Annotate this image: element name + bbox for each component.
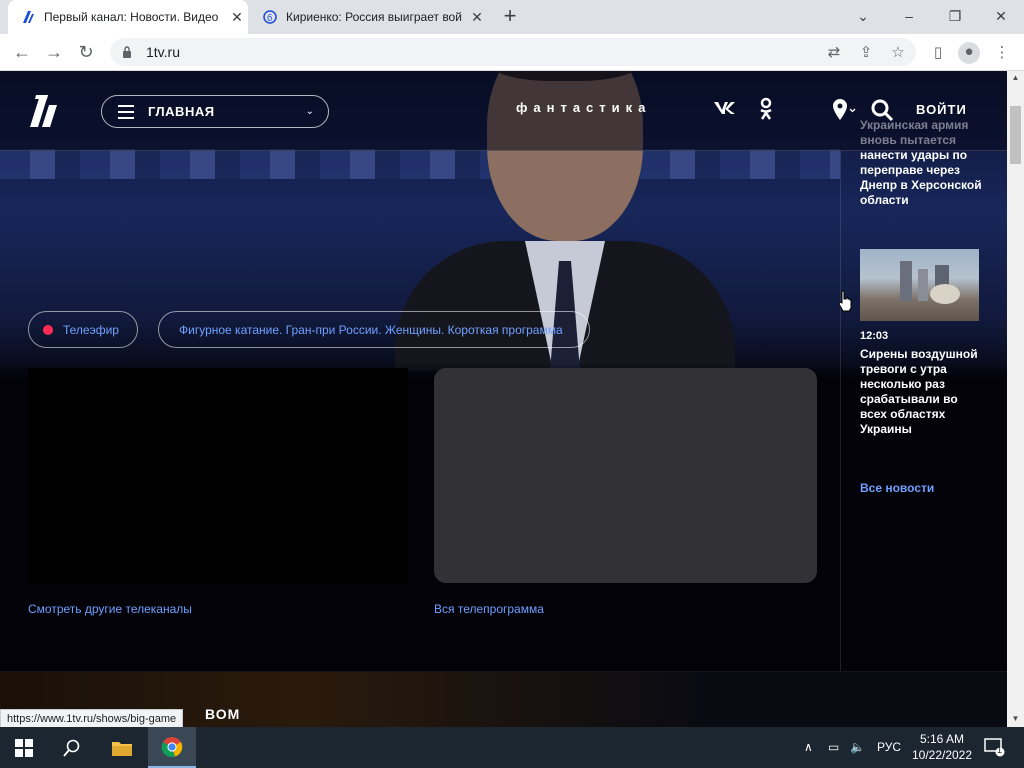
full-schedule-link[interactable]: Вся телепрограмма	[434, 602, 544, 616]
scrollbar-thumb[interactable]	[1010, 106, 1021, 164]
live-dot-icon	[43, 324, 53, 335]
scroll-up-arrow-icon[interactable]: ▲	[1007, 73, 1024, 82]
lock-icon	[122, 46, 132, 58]
news-title[interactable]: Сирены воздушной тревоги с утра нескольк…	[860, 347, 985, 437]
channel-one-logo[interactable]	[28, 93, 60, 129]
clock-date: 10/22/2022	[911, 748, 973, 762]
hamburger-icon	[118, 104, 134, 119]
hand-cursor-icon	[838, 290, 852, 312]
restore-button[interactable]: ❐	[940, 4, 970, 28]
tab-title: Кириенко: Россия выиграет вой	[286, 10, 462, 24]
tab-kirienko[interactable]: б Кириенко: Россия выиграет вой ✕	[250, 0, 488, 34]
other-channels-link[interactable]: Смотреть другие телеканалы	[28, 602, 192, 616]
live-chip-label: Телеэфир	[63, 322, 119, 337]
back-arrow-icon[interactable]: ←	[10, 40, 34, 64]
odnoklassniki-icon[interactable]	[758, 97, 774, 121]
news-prev-faded-text: Украинская армия вновь пытается	[860, 118, 969, 147]
video-player[interactable]	[28, 368, 408, 583]
translate-icon[interactable]: ⇄	[824, 43, 844, 63]
language-indicator[interactable]: РУС	[877, 740, 901, 754]
bookmark-star-icon[interactable]: ☆	[888, 43, 908, 63]
link-status-bubble: https://www.1tv.ru/shows/big-game	[0, 709, 184, 727]
close-window-button[interactable]: ✕	[986, 4, 1016, 28]
omnibox[interactable]: 1tv.ru	[110, 38, 916, 66]
tray-chevron-up-icon[interactable]: ∧	[804, 740, 813, 754]
chrome-taskbar-icon[interactable]	[148, 727, 196, 768]
live-tv-chip[interactable]: Телеэфир	[28, 311, 138, 348]
profile-avatar-icon[interactable]: ●	[958, 42, 980, 64]
menu-label: ГЛАВНАЯ	[148, 104, 215, 119]
chevron-down-icon: ⌄	[305, 106, 314, 117]
clock-time: 5:16 AM	[919, 732, 965, 746]
scroll-down-arrow-icon[interactable]: ▼	[1007, 714, 1024, 723]
all-news-link[interactable]: Все новости	[860, 481, 934, 495]
windows-start-icon[interactable]	[0, 727, 48, 768]
channel-one-favicon-icon	[20, 9, 36, 25]
news-prev-title: нанести удары по переправе через Днепр в…	[860, 148, 982, 207]
page-scrollbar[interactable]: ▲ ▼	[1007, 71, 1024, 727]
system-clock[interactable]: 5:16 AM 10/22/2022	[910, 731, 974, 763]
reload-icon[interactable]: ↻	[74, 40, 98, 64]
promo-link[interactable]: фантастика	[516, 100, 651, 115]
tab-search-chevron-icon[interactable]: ⌄	[848, 4, 878, 28]
main-menu-button[interactable]: ГЛАВНАЯ ⌄	[101, 95, 329, 128]
location-pin-icon[interactable]	[831, 98, 857, 122]
news-thumbnail[interactable]	[860, 249, 979, 321]
news-time: 12:03	[860, 330, 889, 342]
file-explorer-icon[interactable]	[98, 727, 146, 768]
svg-text:б: б	[267, 13, 272, 23]
page-viewport: ГЛАВНАЯ ⌄ фантастика ВОЙТИ Телеэфир Фигу…	[0, 71, 1007, 727]
tab-title: Первый канал: Новости. Видео	[44, 10, 219, 24]
forward-arrow-icon[interactable]: →	[42, 40, 66, 64]
section-heading: ВОМ	[205, 706, 241, 722]
search-icon[interactable]	[48, 727, 96, 768]
network-icon[interactable]: ▭	[828, 740, 839, 754]
share-icon[interactable]: ⇪	[856, 43, 876, 63]
address-bar-row: ← → ↻ 1tv.ru ⇄ ⇪ ☆ ▯ ● ⋮	[0, 34, 1024, 71]
close-tab-icon[interactable]: ✕	[466, 9, 488, 26]
close-tab-icon[interactable]: ✕	[226, 9, 248, 26]
tab-1tv[interactable]: Первый канал: Новости. Видео ✕	[8, 0, 248, 34]
volume-icon[interactable]: 🔈	[850, 740, 865, 754]
side-panel-icon[interactable]: ▯	[928, 43, 948, 63]
vk-icon[interactable]	[713, 100, 737, 120]
notifications-icon[interactable]: 1	[984, 737, 1006, 757]
tab-strip: Первый канал: Новости. Видео ✕ б Кириенк…	[0, 0, 1024, 34]
current-program-chip[interactable]: Фигурное катание. Гран-при России. Женщи…	[158, 311, 590, 348]
chrome-menu-icon[interactable]: ⋮	[992, 43, 1012, 63]
site-header: ГЛАВНАЯ ⌄ фантастика ВОЙТИ	[0, 71, 1007, 151]
windows-taskbar: ∧ ▭ 🔈 РУС 5:16 AM 10/22/2022 1	[0, 727, 1024, 768]
notification-count: 1	[997, 745, 1003, 755]
program-label: Фигурное катание. Гран-при России. Женщи…	[179, 322, 563, 337]
news-item-previous[interactable]: Украинская армия вновь пытается нанести …	[860, 118, 1000, 208]
new-tab-button[interactable]: +	[498, 5, 522, 29]
login-button[interactable]: ВОЙТИ	[916, 102, 967, 117]
sidebar-divider	[840, 151, 841, 671]
url-text: 1tv.ru	[146, 44, 180, 60]
minimize-button[interactable]: –	[894, 4, 924, 28]
schedule-placeholder	[434, 368, 817, 583]
site-favicon-icon: б	[262, 9, 278, 25]
